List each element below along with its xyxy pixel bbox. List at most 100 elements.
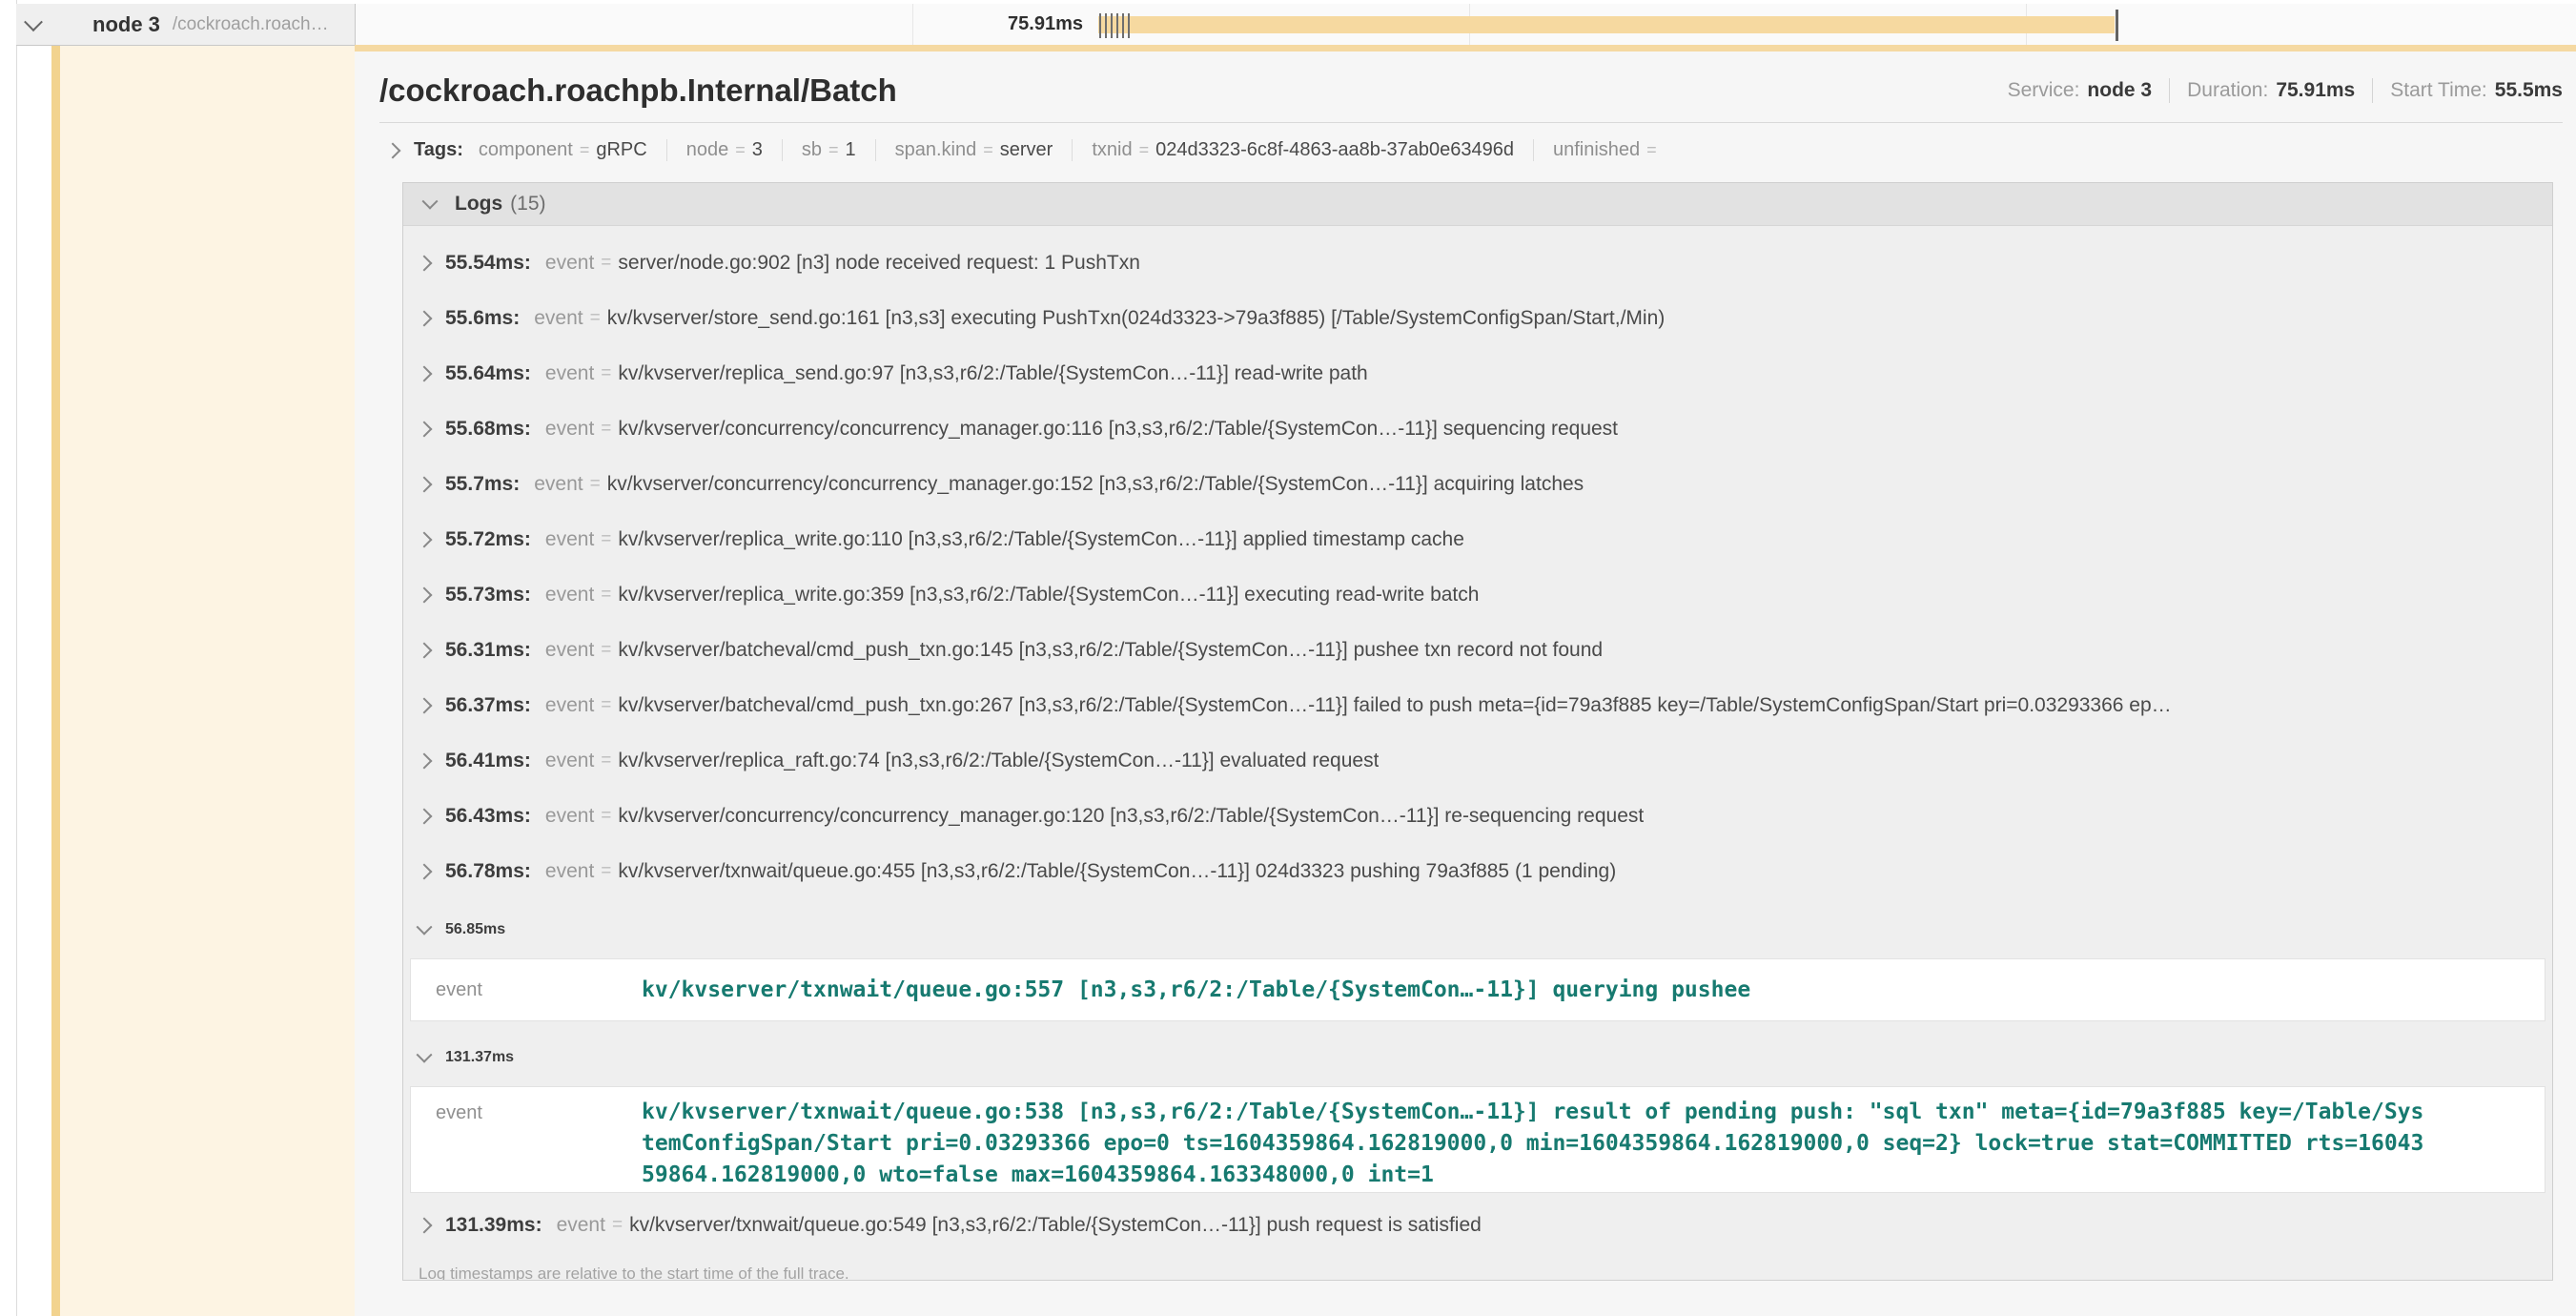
chevron-right-icon[interactable]: [385, 142, 401, 158]
logs-label: Logs: [455, 193, 502, 216]
chevron-right-icon[interactable]: [417, 477, 433, 493]
logs-footer-note: Log timestamps are relative to the start…: [403, 1253, 2552, 1281]
log-field-value: kv/kvserver/concurrency/concurrency_mana…: [607, 473, 1584, 496]
log-entry-row[interactable]: 55.54ms: event = server/node.go:902 [n3]…: [403, 236, 2552, 291]
timeline-gridline: [912, 4, 913, 45]
collapse-span-chevron-icon[interactable]: [24, 12, 43, 31]
chevron-right-icon[interactable]: [417, 311, 433, 327]
log-equals: =: [601, 253, 611, 274]
span-row[interactable]: node 3 /cockroach.roach… 75.91ms: [16, 4, 2576, 46]
log-timestamp: 131.37ms: [445, 1049, 514, 1066]
log-entry-row[interactable]: 56.78ms: event = kv/kvserver/txnwait/que…: [403, 844, 2552, 899]
log-timestamp: 56.43ms:: [445, 805, 531, 828]
timeline-header[interactable]: 75.91ms: [355, 4, 2576, 45]
tag-value: gRPC: [596, 139, 646, 160]
tag-item: unfinished=: [1533, 139, 1683, 161]
log-field-key: event: [534, 307, 583, 330]
tag-key: component: [479, 139, 573, 160]
tag-value: 024d3323-6c8f-4863-aa8b-37ab0e63496d: [1155, 139, 1514, 160]
log-equals: =: [601, 640, 611, 661]
tag-equals: =: [828, 140, 839, 159]
log-timestamp: 55.72ms:: [445, 528, 531, 551]
log-equals: =: [612, 1215, 623, 1236]
log-equals: =: [590, 474, 601, 495]
tag-key: sb: [802, 139, 822, 160]
log-field-value: kv/kvserver/concurrency/concurrency_mana…: [618, 805, 1644, 828]
chevron-down-icon[interactable]: [417, 919, 433, 936]
log-entry-row[interactable]: 55.73ms: event = kv/kvserver/replica_wri…: [403, 567, 2552, 623]
log-detail-table: event kv/kvserver/txnwait/queue.go:557 […: [410, 958, 2545, 1021]
span-operation-name: /cockroach.roach…: [173, 14, 329, 35]
log-field-key: event: [545, 584, 594, 607]
duration-stat-value: 75.91ms: [2276, 79, 2355, 102]
chevron-right-icon[interactable]: [417, 753, 433, 770]
service-stat-label: Service:: [2008, 79, 2080, 102]
chevron-down-icon[interactable]: [417, 1047, 433, 1063]
chevron-right-icon[interactable]: [417, 643, 433, 659]
stat-separator: [2169, 78, 2170, 103]
log-entry-row[interactable]: 55.68ms: event = kv/kvserver/concurrency…: [403, 401, 2552, 457]
chevron-right-icon[interactable]: [417, 587, 433, 604]
log-timestamp: 56.31ms:: [445, 639, 531, 662]
chevron-right-icon[interactable]: [417, 422, 433, 438]
log-entry-row[interactable]: 55.72ms: event = kv/kvserver/replica_wri…: [403, 512, 2552, 567]
tag-key: node: [686, 139, 729, 160]
log-marker-tick: [1116, 13, 1118, 38]
chevron-right-icon[interactable]: [417, 366, 433, 382]
log-equals: =: [601, 419, 611, 440]
log-entry-expanded-header[interactable]: 56.85ms: [403, 909, 2552, 951]
trace-timeline-page: node 3 /cockroach.roach… 75.91ms /cockro…: [0, 0, 2576, 1316]
log-field-key: event: [411, 979, 642, 1001]
log-entry-row[interactable]: 56.41ms: event = kv/kvserver/replica_raf…: [403, 733, 2552, 789]
log-entry-row[interactable]: 56.31ms: event = kv/kvserver/batcheval/c…: [403, 623, 2552, 678]
log-entry-row[interactable]: 56.43ms: event = kv/kvserver/concurrency…: [403, 789, 2552, 844]
span-duration-bar[interactable]: [1098, 16, 2115, 33]
tags-section-header[interactable]: Tags: component=gRPC node=3 sb=1 span.ki…: [379, 123, 2563, 176]
log-timestamp: 55.68ms:: [445, 418, 531, 441]
log-field-value: kv/kvserver/replica_raft.go:74 [n3,s3,r6…: [618, 750, 1379, 772]
chevron-right-icon[interactable]: [417, 698, 433, 714]
log-field-value: kv/kvserver/batcheval/cmd_push_txn.go:14…: [618, 639, 1603, 662]
log-marker-tick: [1122, 13, 1124, 38]
log-field-value: kv/kvserver/txnwait/queue.go:538 [n3,s3,…: [642, 1087, 2545, 1192]
tag-equals: =: [1139, 140, 1150, 159]
log-field-value: kv/kvserver/replica_write.go:110 [n3,s3,…: [618, 528, 1464, 551]
chevron-right-icon[interactable]: [417, 809, 433, 825]
log-equals: =: [590, 308, 601, 329]
chevron-right-icon[interactable]: [417, 864, 433, 880]
log-field-key: event: [545, 860, 594, 883]
log-field-value: kv/kvserver/store_send.go:161 [n3,s3] ex…: [607, 307, 1666, 330]
log-entry-expanded-header[interactable]: 131.37ms: [403, 1037, 2552, 1079]
stat-separator: [2372, 78, 2373, 103]
span-name-cell[interactable]: node 3 /cockroach.roach…: [16, 4, 355, 45]
tag-value: server: [1000, 139, 1053, 160]
log-field-key: event: [545, 750, 594, 772]
log-entry-row[interactable]: 131.39ms: event = kv/kvserver/txnwait/qu…: [403, 1198, 2552, 1253]
log-timestamp: 55.6ms:: [445, 307, 520, 330]
chevron-right-icon[interactable]: [417, 532, 433, 548]
log-field-key: event: [545, 362, 594, 385]
log-entry-row[interactable]: 56.37ms: event = kv/kvserver/batcheval/c…: [403, 678, 2552, 733]
span-detail-stats: Service: node 3 Duration: 75.91ms Start …: [2008, 71, 2563, 111]
span-service-name: node 3: [92, 12, 160, 37]
chevron-right-icon[interactable]: [417, 256, 433, 272]
logs-section-header[interactable]: Logs (15): [403, 183, 2552, 226]
logs-count: (15): [510, 193, 545, 216]
log-field-value: kv/kvserver/txnwait/queue.go:557 [n3,s3,…: [642, 975, 2545, 1006]
log-timestamp: 55.7ms:: [445, 473, 520, 496]
log-field-key: event: [557, 1214, 605, 1237]
span-duration-label: 75.91ms: [1008, 4, 1083, 45]
tag-item: txnid=024d3323-6c8f-4863-aa8b-37ab0e6349…: [1072, 139, 1533, 161]
duration-stat-label: Duration:: [2187, 79, 2268, 102]
log-field-key: event: [545, 694, 594, 717]
chevron-down-icon[interactable]: [422, 194, 439, 210]
chevron-right-icon[interactable]: [417, 1218, 433, 1234]
log-entry-row[interactable]: 55.64ms: event = kv/kvserver/replica_sen…: [403, 346, 2552, 401]
log-entry-row[interactable]: 55.6ms: event = kv/kvserver/store_send.g…: [403, 291, 2552, 346]
tags-label: Tags:: [414, 139, 463, 161]
log-entry-row[interactable]: 55.7ms: event = kv/kvserver/concurrency/…: [403, 457, 2552, 512]
row-rail-divider: [16, 0, 17, 1316]
logs-section: Logs (15) 55.54ms: event = server/node.g…: [402, 182, 2553, 1281]
log-field-value: kv/kvserver/replica_send.go:97 [n3,s3,r6…: [618, 362, 1367, 385]
log-marker-tick-end: [2116, 10, 2118, 41]
